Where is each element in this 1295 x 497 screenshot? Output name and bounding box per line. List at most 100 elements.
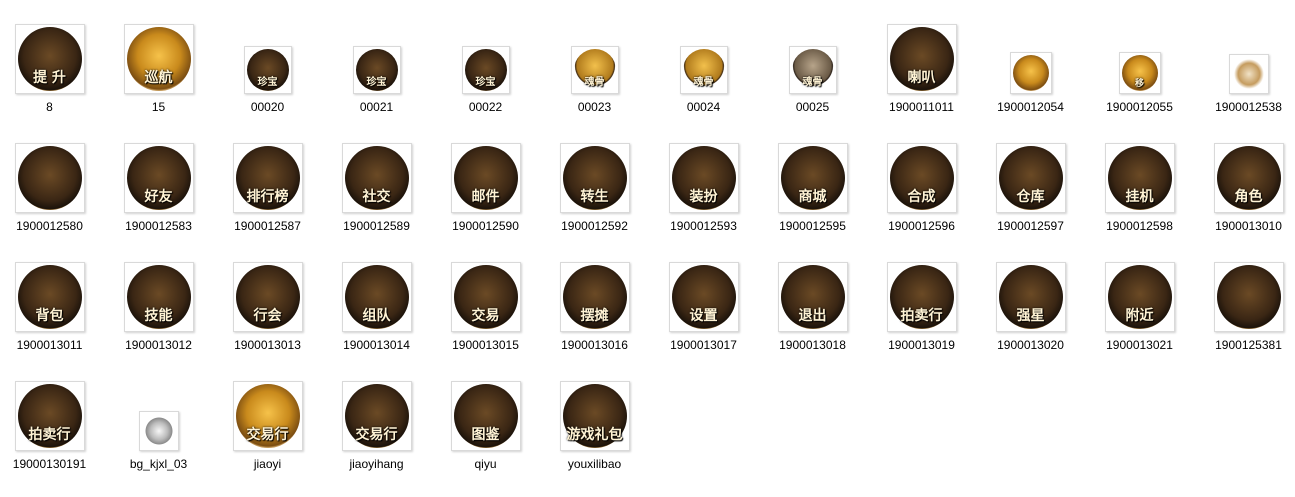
file-name[interactable]: 1900012589 [322,219,431,233]
file-name[interactable]: 00025 [758,100,867,114]
file-item[interactable]: 拍卖行 1900013019 [867,260,976,378]
file-item[interactable]: 喇叭 1900011011 [867,22,976,140]
thumbnail-frame[interactable] [976,22,1085,94]
file-name[interactable]: 1900012538 [1194,100,1295,114]
file-item[interactable]: 拍卖行 19000130191 [0,379,104,497]
file-item[interactable]: 魂骨 00023 [540,22,649,140]
thumbnail-image[interactable]: 合成 [886,143,957,213]
thumbnail-image[interactable]: 邮件 [450,143,521,213]
file-name[interactable]: 00020 [213,100,322,114]
thumbnail-frame[interactable]: 魂骨 [649,22,758,94]
thumbnail-image[interactable] [1009,52,1052,94]
thumbnail-image[interactable]: 交易行 [232,381,303,451]
file-item[interactable]: 移 1900012055 [1085,22,1194,140]
thumbnail-frame[interactable]: 拍卖行 [0,379,104,451]
thumbnail-image[interactable]: 强星 [995,262,1066,332]
thumbnail-frame[interactable] [0,141,104,213]
thumbnail-image[interactable]: 珍宝 [352,46,401,94]
file-item[interactable]: 巡航 15 [104,22,213,140]
file-item[interactable]: 提 升 8 [0,22,104,140]
file-name[interactable]: 1900012055 [1085,100,1194,114]
thumbnail-image[interactable]: 设置 [668,262,739,332]
file-name[interactable]: 1900012587 [213,219,322,233]
thumbnail-frame[interactable]: 转生 [540,141,649,213]
thumbnail-frame[interactable]: 退出 [758,260,867,332]
file-name[interactable]: 00024 [649,100,758,114]
file-item[interactable]: 魂骨 00024 [649,22,758,140]
file-name[interactable]: 1900012583 [104,219,213,233]
thumbnail-image[interactable]: 转生 [559,143,630,213]
thumbnail-frame[interactable]: 图鉴 [431,379,540,451]
thumbnail-image[interactable] [138,411,179,451]
thumbnail-image[interactable] [1213,262,1284,332]
thumbnail-image[interactable]: 移 [1118,52,1161,94]
file-name[interactable]: jiaoyihang [322,457,431,471]
file-item[interactable]: 邮件 1900012590 [431,141,540,259]
file-item[interactable]: 合成 1900012596 [867,141,976,259]
thumbnail-frame[interactable]: 商城 [758,141,867,213]
thumbnail-image[interactable]: 图鉴 [450,381,521,451]
thumbnail-frame[interactable] [1194,22,1295,94]
thumbnail-frame[interactable]: 角色 [1194,141,1295,213]
file-item[interactable]: 游戏礼包 youxilibao [540,379,649,497]
file-name[interactable]: 00022 [431,100,540,114]
thumbnail-image[interactable]: 行会 [232,262,303,332]
thumbnail-frame[interactable]: 魂骨 [758,22,867,94]
file-name[interactable]: 1900125381 [1194,338,1295,352]
thumbnail-image[interactable]: 巡航 [123,24,194,94]
file-name[interactable]: 1900013016 [540,338,649,352]
file-name[interactable]: 00023 [540,100,649,114]
thumbnail-image[interactable]: 拍卖行 [14,381,85,451]
thumbnail-frame[interactable]: 交易行 [322,379,431,451]
file-item[interactable]: 装扮 1900012593 [649,141,758,259]
file-item[interactable]: 珍宝 00021 [322,22,431,140]
thumbnail-image[interactable]: 挂机 [1104,143,1175,213]
thumbnail-image[interactable]: 好友 [123,143,194,213]
file-item[interactable]: 商城 1900012595 [758,141,867,259]
thumbnail-frame[interactable]: 邮件 [431,141,540,213]
thumbnail-frame[interactable]: 提 升 [0,22,104,94]
thumbnail-image[interactable]: 魂骨 [570,46,619,94]
thumbnail-frame[interactable]: 拍卖行 [867,260,976,332]
file-item[interactable]: 退出 1900013018 [758,260,867,378]
file-name[interactable]: 1900013013 [213,338,322,352]
thumbnail-image[interactable]: 技能 [123,262,194,332]
thumbnail-frame[interactable] [1194,260,1295,332]
file-item[interactable]: 摆摊 1900013016 [540,260,649,378]
thumbnail-image[interactable]: 角色 [1213,143,1284,213]
thumbnail-image[interactable]: 社交 [341,143,412,213]
file-item[interactable]: 魂骨 00025 [758,22,867,140]
file-name[interactable]: 1900012596 [867,219,976,233]
file-item[interactable]: 背包 1900013011 [0,260,104,378]
thumbnail-image[interactable]: 游戏礼包 [559,381,630,451]
thumbnail-frame[interactable]: 交易 [431,260,540,332]
file-name[interactable]: 1900012595 [758,219,867,233]
file-name[interactable]: 1900013020 [976,338,1085,352]
file-item[interactable]: 组队 1900013014 [322,260,431,378]
file-item[interactable]: 1900012538 [1194,22,1295,140]
thumbnail-image[interactable]: 装扮 [668,143,739,213]
file-name[interactable]: 1900013010 [1194,219,1295,233]
thumbnail-frame[interactable]: 装扮 [649,141,758,213]
thumbnail-image[interactable]: 背包 [14,262,85,332]
file-name[interactable]: 1900013017 [649,338,758,352]
file-name[interactable]: 1900013018 [758,338,867,352]
thumbnail-image[interactable]: 摆摊 [559,262,630,332]
file-name[interactable]: 1900013021 [1085,338,1194,352]
file-item[interactable]: 交易 1900013015 [431,260,540,378]
thumbnail-frame[interactable]: 珍宝 [322,22,431,94]
file-item[interactable]: 挂机 1900012598 [1085,141,1194,259]
file-name[interactable]: 1900012597 [976,219,1085,233]
file-name[interactable]: youxilibao [540,457,649,471]
thumbnail-image[interactable]: 仓库 [995,143,1066,213]
thumbnail-frame[interactable]: 移 [1085,22,1194,94]
file-item[interactable]: 设置 1900013017 [649,260,758,378]
file-name[interactable]: 1900013011 [0,338,104,352]
thumbnail-frame[interactable]: 强星 [976,260,1085,332]
thumbnail-frame[interactable]: 排行榜 [213,141,322,213]
file-name[interactable]: 1900012598 [1085,219,1194,233]
thumbnail-frame[interactable]: 技能 [104,260,213,332]
file-name[interactable]: 00021 [322,100,431,114]
file-name[interactable]: qiyu [431,457,540,471]
thumbnail-image[interactable]: 排行榜 [232,143,303,213]
